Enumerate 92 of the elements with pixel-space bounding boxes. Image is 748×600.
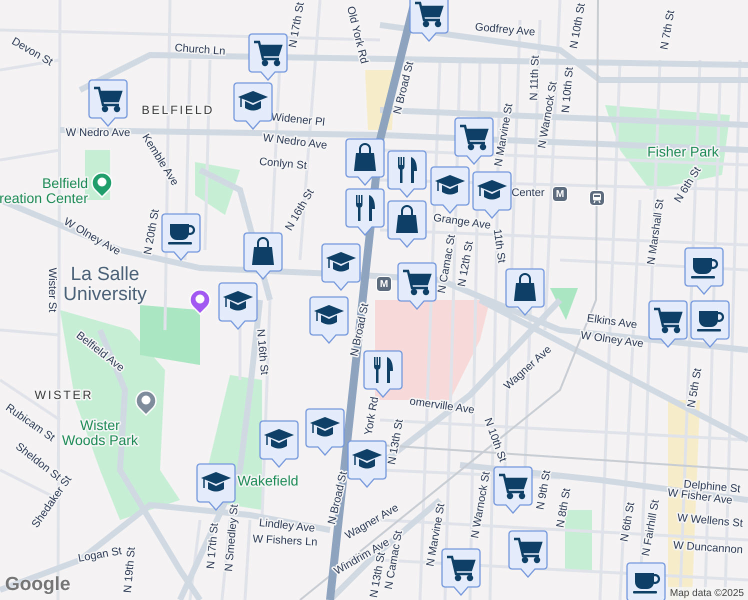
google-logo: Google <box>5 574 70 596</box>
cart-pin[interactable] <box>248 33 288 81</box>
street-label: W Nedro Ave <box>262 132 328 152</box>
street-label: N 17th St <box>287 1 307 49</box>
park-area <box>550 288 578 320</box>
university-pin[interactable] <box>188 287 212 315</box>
street-label: Conlyn St <box>258 156 308 172</box>
street-label: N Marvine St <box>424 502 448 568</box>
street-label: Wister St <box>46 268 58 312</box>
street-label: W Fishers Ln <box>252 533 318 549</box>
street-label: N 5th St <box>686 367 704 409</box>
street-label: 11th St <box>490 228 508 264</box>
street-label: Logan St <box>77 545 123 565</box>
street-label: N Smedley St <box>223 504 241 572</box>
street-label: Lindley Ave <box>258 517 316 535</box>
street-label: N Marvine St <box>492 102 516 168</box>
cart-pin[interactable] <box>409 0 449 42</box>
street-label: N 10th St <box>560 66 576 114</box>
graduation-cap-pin[interactable] <box>218 282 258 330</box>
cup-pin[interactable] <box>626 562 666 600</box>
street-label: Elkins Ave <box>586 312 638 332</box>
street-label: York Rd <box>362 396 382 436</box>
street-label: N 10th St <box>482 416 509 464</box>
street-label: N 8th St <box>554 487 574 529</box>
park-label: Wakefield <box>238 472 298 489</box>
bag-pin[interactable] <box>345 138 385 186</box>
graduation-cap-pin[interactable] <box>430 166 470 214</box>
area-label: BELFIELD <box>142 103 214 118</box>
cart-pin[interactable] <box>454 117 494 165</box>
graduation-cap-pin[interactable] <box>309 296 349 344</box>
street-label: N 6th St <box>618 501 638 543</box>
street-label: Grange Ave <box>432 212 492 232</box>
cup-pin[interactable] <box>690 300 730 348</box>
fork-knife-pin[interactable] <box>345 188 385 236</box>
graduation-cap-pin[interactable] <box>321 243 361 291</box>
street-label: N 9th St <box>534 469 554 511</box>
cup-pin[interactable] <box>161 213 201 261</box>
street-label: N Fairhill St <box>640 498 662 558</box>
street-label: Center <box>511 186 545 199</box>
metro-station-marker[interactable]: M <box>376 276 392 292</box>
street-label: N 19th St <box>122 546 138 594</box>
street-label: N 10th St <box>568 2 588 50</box>
street-label: N 16th St <box>254 328 270 376</box>
graduation-cap-pin[interactable] <box>305 408 345 456</box>
street-label: N Camac St <box>436 234 458 294</box>
park-label: Belfield reation Center <box>0 175 88 206</box>
street-label: N 20th St <box>142 208 162 256</box>
street-label: N Broad St <box>392 60 416 116</box>
street-label: N 6th St <box>672 164 704 205</box>
park-area <box>195 162 240 215</box>
fork-knife-pin[interactable] <box>363 350 403 398</box>
street-label: N Broad St <box>348 302 372 358</box>
street-label: N 17th St <box>204 522 221 570</box>
street-label: W Nedro Ave <box>66 126 130 139</box>
street-label: N Broad St <box>326 470 350 526</box>
street-label: N 12th St <box>456 240 476 288</box>
park-label: Wister Woods Park <box>62 417 138 448</box>
street-label: Church Ln <box>174 42 226 58</box>
street-label: N 11th St <box>528 55 542 101</box>
street-label: W Olney Ave <box>580 330 644 350</box>
park-pin[interactable] <box>90 170 114 198</box>
place-label: La Salle University <box>63 264 147 305</box>
street-label: N 7th St <box>658 9 678 51</box>
cart-pin[interactable] <box>508 530 548 578</box>
bag-pin[interactable] <box>387 200 427 248</box>
fork-knife-pin[interactable] <box>387 150 427 198</box>
bag-pin[interactable] <box>243 232 283 280</box>
street-label: Godfrey Ave <box>474 21 536 39</box>
street-label: omerville Ave <box>408 395 476 416</box>
graduation-cap-pin[interactable] <box>233 82 273 130</box>
metro-station-marker[interactable]: M <box>552 186 568 202</box>
area-label: WISTER <box>34 388 94 402</box>
street-label: N Warnock St <box>469 470 493 540</box>
cart-pin[interactable] <box>441 548 481 596</box>
street-label: W Wellens St <box>676 512 744 530</box>
street-label: N Marshall St <box>645 198 666 266</box>
bag-pin[interactable] <box>505 268 545 316</box>
graduation-cap-pin[interactable] <box>259 420 299 468</box>
cart-pin[interactable] <box>648 300 688 348</box>
school-pin[interactable] <box>134 388 158 416</box>
street-label: W Duncannon <box>672 540 744 556</box>
train-icon[interactable] <box>589 190 605 206</box>
cup-pin[interactable] <box>684 247 724 295</box>
park-label: Fisher Park <box>647 144 719 160</box>
graduation-cap-pin[interactable] <box>347 440 387 488</box>
street-label: Old York Rd <box>344 5 370 65</box>
sports-field <box>140 305 200 365</box>
cart-pin[interactable] <box>88 79 128 127</box>
cart-pin[interactable] <box>493 466 533 514</box>
graduation-cap-pin[interactable] <box>472 171 512 219</box>
street-label: Widener Pl <box>270 111 326 129</box>
street-label: N 13th St <box>386 418 406 466</box>
